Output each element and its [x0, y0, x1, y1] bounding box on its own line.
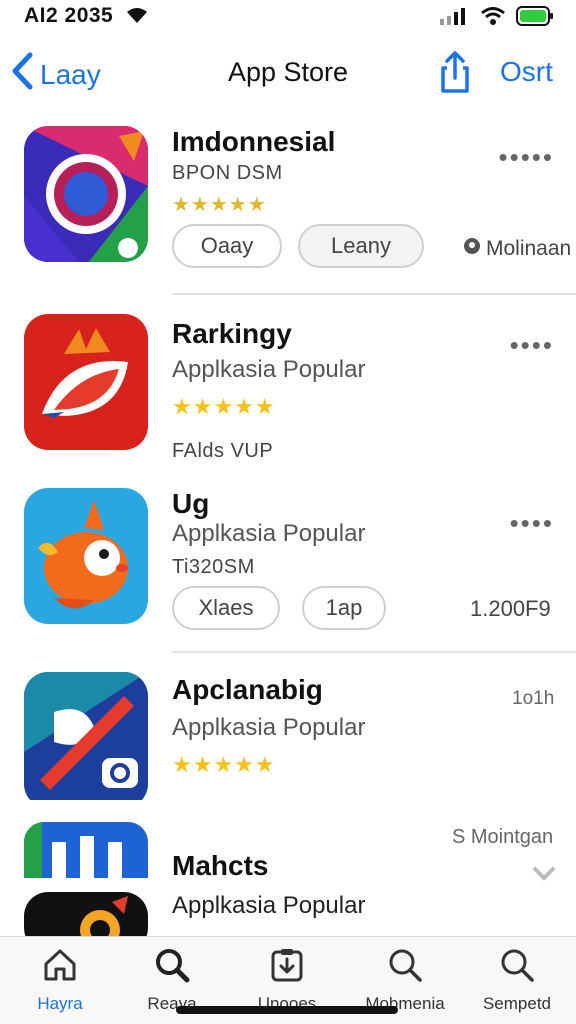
page-title: App Store	[227, 57, 349, 87]
tab-search-2[interactable]: Sempetd	[462, 947, 572, 1014]
app-subtitle: Applkasia Popular	[172, 892, 366, 919]
app-name: Rarkingy	[172, 318, 292, 349]
wifi-icon	[480, 6, 506, 31]
rating-stars: ★★★★★	[172, 394, 276, 419]
tab-label: Sempetd	[482, 994, 552, 1013]
action-pill[interactable]: Leany	[298, 224, 424, 268]
rating-stars: ★★★★★	[172, 752, 276, 777]
app-icon-dark	[24, 892, 148, 936]
app-name: Apclanabig	[172, 674, 323, 705]
action-pill[interactable]: Xlaes	[172, 586, 280, 630]
search-icon	[499, 947, 535, 988]
status-bar: AI2 2035	[0, 0, 576, 34]
list-item[interactable]: Imdonnesial BPON DSM ★★★★★ ••••• Oaay Le…	[0, 124, 576, 294]
app-subtitle: BPON DSM	[172, 162, 283, 184]
more-options-icon[interactable]: ••••	[510, 508, 554, 539]
nav-bar: Laay App Store Osrt	[0, 44, 576, 104]
app-size: 1.200F9	[470, 596, 551, 621]
location-text: Molinaan	[486, 237, 572, 260]
chevron-down-icon[interactable]	[532, 866, 556, 887]
action-pill[interactable]: 1ap	[302, 586, 386, 630]
app-subtitle: Applkasia Popular	[172, 714, 366, 741]
tab-updates[interactable]: Unooes	[232, 947, 342, 1014]
list-item[interactable]: Rarkingy Applkasia Popular ★★★★★ FAlds V…	[0, 312, 576, 477]
sort-button[interactable]: Osrt	[500, 56, 553, 88]
list-item[interactable]: Mahcts Applkasia Popular S Mointgan	[0, 820, 576, 936]
location-label: Molinaan	[462, 236, 571, 262]
app-extra: Ti320SM	[172, 556, 255, 578]
tab-search[interactable]: Reaya	[117, 947, 227, 1014]
action-pill[interactable]: Oaay	[172, 224, 282, 268]
search-icon	[154, 947, 190, 988]
app-meta: 1o1h	[512, 688, 555, 709]
search-icon	[387, 947, 423, 988]
wifi-icon	[126, 6, 148, 29]
status-icons	[440, 6, 554, 31]
share-icon	[438, 51, 472, 98]
home-icon	[42, 947, 78, 988]
home-indicator[interactable]	[176, 1006, 398, 1014]
app-icon-edit	[24, 672, 148, 808]
app-meta: S Mointgan	[452, 826, 554, 848]
tab-label: Hayra	[37, 994, 83, 1013]
app-icon-video	[24, 822, 148, 878]
app-name: Imdonnesial	[172, 126, 336, 157]
app-name: Ug	[172, 488, 210, 519]
more-options-icon[interactable]: ••••	[510, 330, 554, 361]
tab-explore[interactable]: Mobmenia	[350, 947, 460, 1014]
app-icon-fox	[24, 314, 148, 450]
app-name: Mahcts	[172, 850, 269, 881]
rating-stars: ★★★★★	[172, 194, 267, 216]
app-icon-camera	[24, 126, 148, 262]
more-options-icon[interactable]: •••••	[498, 142, 554, 173]
app-icon-bird	[24, 488, 148, 624]
battery-icon	[516, 6, 554, 31]
share-button[interactable]	[438, 50, 472, 99]
tab-home[interactable]: Hayra	[5, 947, 115, 1014]
location-icon	[462, 236, 482, 262]
signal-icon	[440, 7, 470, 30]
app-subtitle: Applkasia Popular	[172, 520, 366, 547]
list-item[interactable]: Apclanabig Applkasia Popular ★★★★★ 1o1h	[0, 670, 576, 820]
app-subtitle: Applkasia Popular	[172, 356, 366, 383]
app-extra: FAlds VUP	[172, 440, 274, 462]
updates-icon	[269, 947, 305, 988]
divider	[172, 651, 576, 653]
status-time: AI2 2035	[24, 4, 114, 27]
list-item[interactable]: Ug Applkasia Popular Ti320SM •••• Xlaes …	[0, 486, 576, 651]
divider	[172, 293, 576, 295]
